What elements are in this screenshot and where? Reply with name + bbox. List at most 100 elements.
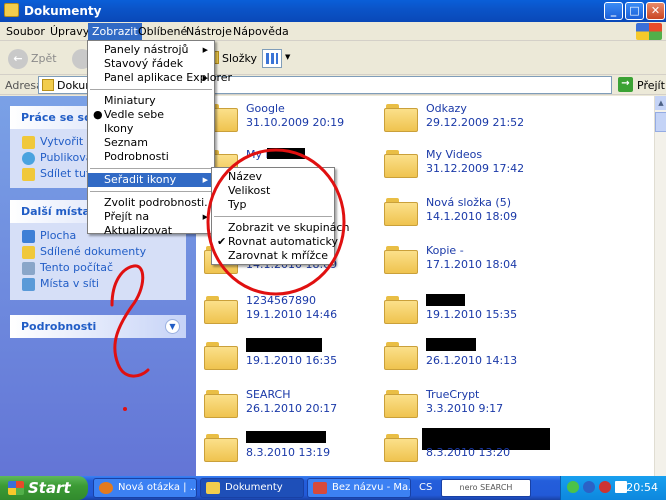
taskbar-item-paint[interactable]: Bez názvu - Ma...: [307, 478, 411, 498]
submenu-arrow-icon: ▶: [202, 213, 208, 221]
system-tray: 20:54: [560, 476, 666, 500]
menu-item-toolbars[interactable]: Panely nástrojů ▶: [88, 43, 214, 57]
menu-item-show-in-groups[interactable]: Zobrazit ve skupinách: [212, 221, 349, 235]
folder-icon: [384, 104, 418, 132]
menu-item-arrange-icons[interactable]: Seřadit ikony ▶: [88, 173, 214, 187]
back-arrow-icon[interactable]: ←: [8, 49, 28, 69]
menu-item-sort-type[interactable]: Typ: [212, 198, 334, 212]
file-list: Google 31.10.2009 20:19 Odkazy 29.12.200…: [196, 96, 654, 476]
menu-item-list[interactable]: Seznam: [88, 136, 214, 150]
language-indicator[interactable]: CS: [419, 482, 432, 493]
menu-item-label: Rovnat automaticky: [228, 235, 339, 248]
item-date: 29.12.2009 21:52: [426, 116, 525, 129]
views-icon[interactable]: [262, 49, 282, 68]
item-name: SEARCH: [246, 388, 291, 401]
tray-volume-icon[interactable]: [615, 481, 627, 493]
menu-nastroje[interactable]: Nástroje: [186, 25, 232, 38]
place-link-label: Tento počítač: [40, 261, 114, 274]
item-date: 8.3.2010 13:19: [246, 446, 331, 459]
menu-item-explorer-bar[interactable]: Panel aplikace Explorer ▶: [88, 71, 232, 85]
place-link-my-computer[interactable]: Tento počítač: [10, 261, 186, 277]
menu-item-sort-size[interactable]: Velikost: [212, 184, 334, 198]
menu-napoveda[interactable]: Nápověda: [233, 25, 289, 38]
folder-icon: [384, 434, 418, 462]
taskbar-item-browser[interactable]: Nová otázka | ...: [93, 478, 197, 498]
chevron-down-icon[interactable]: ▼: [165, 319, 180, 334]
start-button[interactable]: Start: [0, 476, 88, 500]
details-header[interactable]: Podrobnosti ▼: [10, 315, 186, 338]
menu-item-icons[interactable]: Ikony: [88, 122, 214, 136]
new-folder-icon: [22, 136, 35, 149]
place-link-shared-docs[interactable]: Sdílené dokumenty: [10, 245, 186, 261]
submenu-arrow-icon: ▶: [202, 74, 208, 82]
list-item[interactable]: TrueCrypt 3.3.2010 9:17: [384, 386, 584, 430]
list-item[interactable]: 19.1.2010 15:35: [384, 292, 584, 336]
folder-icon: [204, 434, 238, 462]
menu-item-label: Typ: [228, 198, 247, 211]
list-item[interactable]: 8.3.2010 13:20: [384, 428, 584, 474]
menu-separator: [90, 191, 212, 192]
back-button-label[interactable]: Zpět: [31, 52, 57, 65]
menu-item-status-bar[interactable]: Stavový řádek: [88, 57, 214, 71]
menu-item-auto-arrange[interactable]: ✔ Rovnat automaticky: [212, 235, 338, 249]
submenu-arrow-icon: ▶: [202, 176, 208, 184]
menu-oblibene[interactable]: Oblíbené: [138, 25, 187, 38]
item-date: 31.12.2009 17:42: [426, 162, 525, 175]
menu-upravy[interactable]: Úpravy: [50, 25, 89, 38]
item-date: 31.10.2009 20:19: [246, 116, 345, 129]
list-item[interactable]: Kopie - 17.1.2010 18:04: [267, 148, 584, 286]
menu-item-label: Přejít na: [104, 210, 150, 223]
menu-bar: Soubor Úpravy Zobrazit Oblíbené Nástroje…: [0, 22, 666, 41]
menu-item-details[interactable]: Podrobnosti: [88, 150, 214, 164]
desktop-icon: [22, 230, 35, 243]
menu-item-go-to[interactable]: Přejít na ▶: [88, 210, 214, 224]
list-item[interactable]: Odkazy 29.12.2009 21:52: [384, 100, 584, 144]
taskbar: Start Nová otázka | ... Dokumenty Bez ná…: [0, 476, 666, 500]
menu-zobrazit[interactable]: Zobrazit: [88, 23, 142, 40]
minimize-button[interactable]: _: [604, 2, 623, 20]
tray-arrow-icon[interactable]: [567, 481, 579, 493]
item-date: 26.1.2010 20:17: [246, 402, 338, 415]
go-arrow-icon[interactable]: →: [618, 77, 633, 92]
tray-shield-icon[interactable]: [583, 481, 595, 493]
details-panel: Podrobnosti ▼: [10, 315, 186, 338]
item-name: My Videos: [426, 148, 483, 161]
scroll-up-icon[interactable]: ▲: [655, 96, 666, 110]
menu-item-thumbnails[interactable]: Miniatury: [88, 94, 214, 108]
maximize-button[interactable]: □: [625, 2, 644, 20]
list-item[interactable]: 26.1.2010 14:13: [384, 338, 584, 382]
list-item[interactable]: Nová složka (5) 14.1.2010 18:09: [384, 194, 584, 238]
vertical-scrollbar[interactable]: ▲: [654, 96, 666, 476]
list-item[interactable]: 19.1.2010 16:35: [204, 338, 404, 382]
menu-item-label: Aktualizovat: [104, 224, 173, 237]
folders-button[interactable]: Složky: [222, 52, 257, 65]
list-item[interactable]: My Videos 31.12.2009 17:42: [384, 146, 584, 190]
views-dropdown-icon[interactable]: ▼: [285, 53, 290, 61]
close-button[interactable]: ✕: [646, 2, 665, 20]
place-link-network[interactable]: Místa v síti: [10, 277, 186, 293]
menu-item-sort-name[interactable]: Název: [212, 170, 334, 184]
tray-app-icon[interactable]: [599, 481, 611, 493]
menu-item-tiles[interactable]: ● Vedle sebe: [88, 108, 214, 122]
menu-soubor[interactable]: Soubor: [6, 25, 45, 38]
computer-icon: [22, 262, 35, 275]
folder-icon: [4, 3, 19, 17]
details-title: Podrobnosti: [21, 320, 97, 333]
menu-item-label: Miniatury: [104, 94, 156, 107]
go-button[interactable]: Přejít: [637, 79, 665, 92]
folder-icon: [204, 296, 238, 324]
taskbar-item-dokumenty[interactable]: Dokumenty: [200, 478, 304, 498]
list-item[interactable]: 8.3.2010 13:19: [204, 430, 404, 474]
radio-bullet-icon: ●: [93, 108, 103, 121]
item-date: 17.1.2010 18:04: [426, 258, 518, 271]
menu-item-label: Zvolit podrobnosti...: [104, 196, 215, 209]
menu-item-refresh[interactable]: Aktualizovat: [88, 224, 214, 238]
list-item[interactable]: Google 31.10.2009 20:19: [204, 100, 404, 144]
menu-item-choose-details[interactable]: Zvolit podrobnosti...: [88, 196, 215, 210]
arrange-icons-submenu: Název Velikost Typ Zobrazit ve skupinách…: [211, 167, 349, 265]
list-item[interactable]: SEARCH 26.1.2010 20:17: [204, 386, 404, 430]
scroll-thumb[interactable]: [655, 112, 666, 132]
nero-search-box[interactable]: nero SEARCH: [441, 479, 531, 497]
menu-item-align-to-grid[interactable]: Zarovnat k mřížce: [212, 249, 334, 263]
list-item[interactable]: 1234567890 19.1.2010 14:46: [204, 292, 404, 336]
